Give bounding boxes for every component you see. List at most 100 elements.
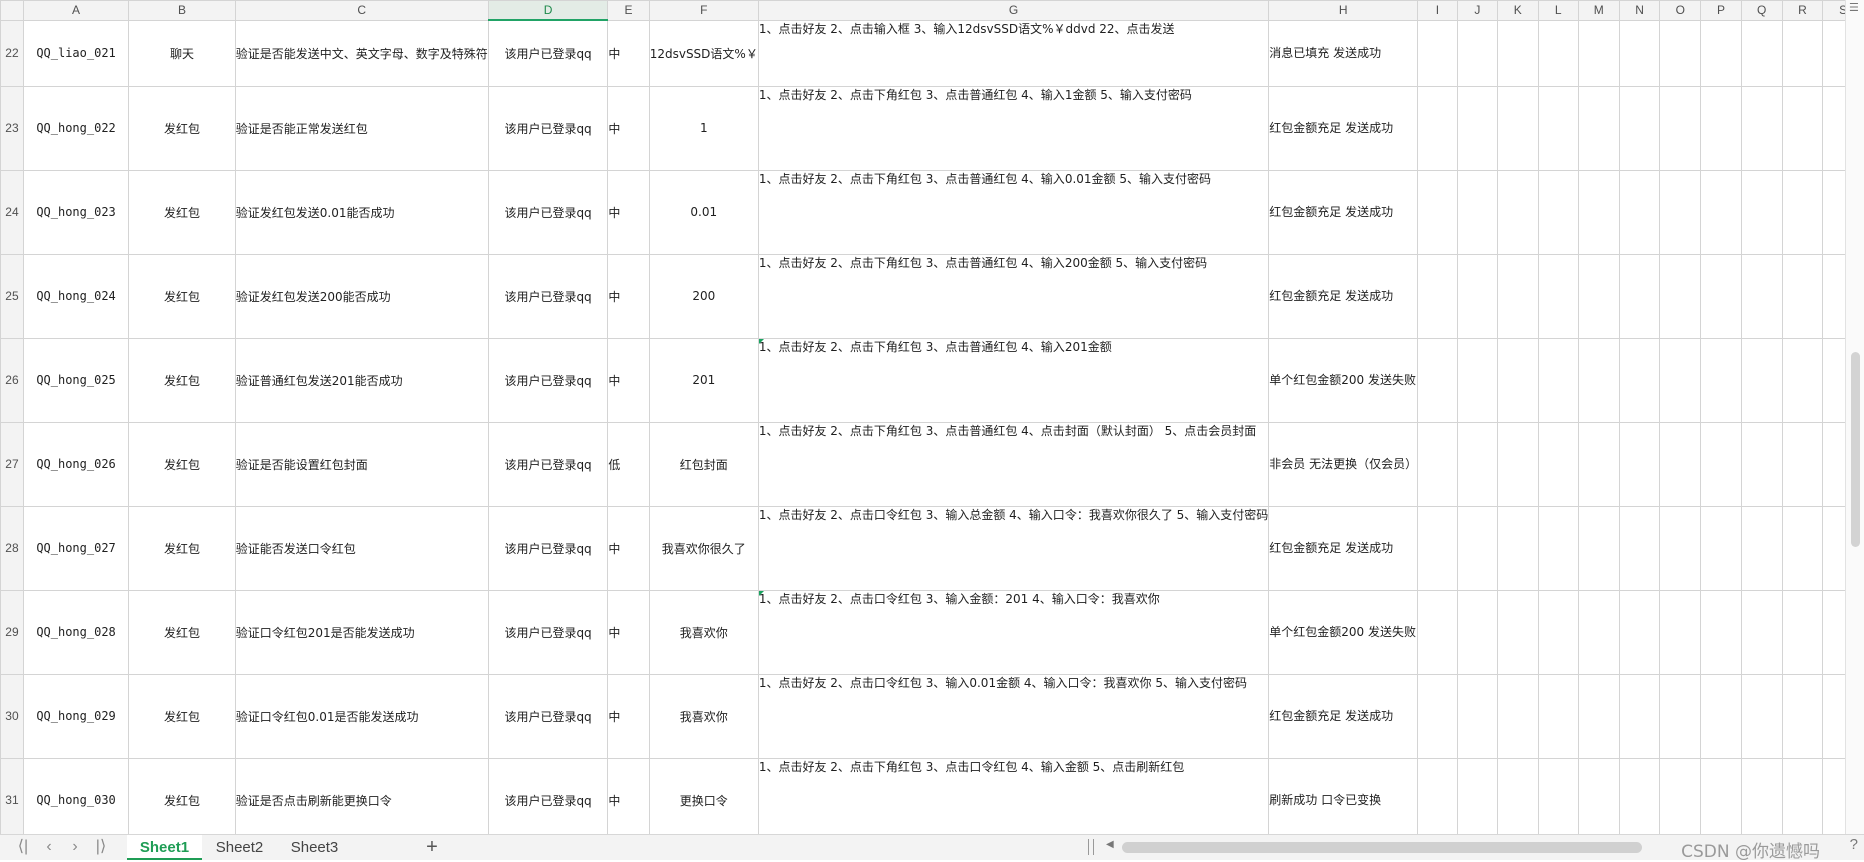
empty-cell[interactable] <box>1781 19 1824 87</box>
cell-steps[interactable]: 1、点击好友 2、点击下角红包 3、点击普通红包 4、输入200金额 5、输入支… <box>757 253 1270 339</box>
row-header[interactable]: 24 <box>0 169 24 255</box>
cell-priority[interactable]: 低 <box>607 421 650 507</box>
empty-cell[interactable] <box>1781 505 1824 591</box>
cell-module[interactable]: 发红包 <box>128 421 236 507</box>
cell-test-id[interactable]: QQ_hong_027 <box>22 505 130 591</box>
empty-cell[interactable] <box>1659 85 1702 171</box>
empty-cell[interactable] <box>1496 253 1539 339</box>
empty-cell[interactable] <box>1700 253 1742 339</box>
empty-cell[interactable] <box>1417 757 1458 834</box>
cell-test-data[interactable]: 更换口令 <box>648 757 759 834</box>
empty-cell[interactable] <box>1456 85 1498 171</box>
empty-cell[interactable] <box>1618 421 1661 507</box>
cell-expected[interactable]: 红包金额充足 发送成功 <box>1268 673 1419 759</box>
cell-test-data[interactable]: 201 <box>648 337 759 423</box>
empty-cell[interactable] <box>1577 757 1620 834</box>
cell-priority[interactable]: 中 <box>607 253 650 339</box>
empty-cell[interactable] <box>1659 757 1702 834</box>
vertical-scroll-thumb[interactable] <box>1851 352 1860 547</box>
cell-title[interactable]: 验证能否发送口令红包 <box>234 505 489 591</box>
cell-title[interactable]: 验证发红包发送0.01能否成功 <box>234 169 489 255</box>
cell-expected[interactable]: 红包金额充足 发送成功 <box>1268 85 1419 171</box>
cell-precondition[interactable]: 该用户已登录qq <box>487 169 609 255</box>
empty-cell[interactable] <box>1740 505 1783 591</box>
empty-cell[interactable] <box>1618 673 1661 759</box>
select-all-corner[interactable] <box>0 0 24 21</box>
empty-cell[interactable] <box>1496 673 1539 759</box>
cell-test-id[interactable]: QQ_hong_022 <box>22 85 130 171</box>
column-header-q[interactable]: Q <box>1740 0 1783 21</box>
next-sheet-icon[interactable]: › <box>64 837 86 857</box>
cell-priority[interactable]: 中 <box>607 85 650 171</box>
cell-test-id[interactable]: QQ_hong_024 <box>22 253 130 339</box>
empty-cell[interactable] <box>1740 673 1783 759</box>
empty-cell[interactable] <box>1496 757 1539 834</box>
empty-cell[interactable] <box>1417 337 1458 423</box>
cell-test-data[interactable]: 红包封面 <box>648 421 759 507</box>
cell-steps[interactable]: 1、点击好友 2、点击下角红包 3、点击普通红包 4、输入0.01金额 5、输入… <box>757 169 1270 255</box>
cell-test-id[interactable]: QQ_liao_021 <box>22 19 130 87</box>
empty-cell[interactable] <box>1456 253 1498 339</box>
column-header-j[interactable]: J <box>1456 0 1498 21</box>
row-header[interactable]: 22 <box>0 19 24 87</box>
column-header-f[interactable]: F <box>648 0 759 21</box>
cell-title[interactable]: 验证是否点击刷新能更换口令 <box>234 757 489 834</box>
column-header-m[interactable]: M <box>1577 0 1620 21</box>
empty-cell[interactable] <box>1781 253 1824 339</box>
column-header-k[interactable]: K <box>1496 0 1539 21</box>
cell-test-id[interactable]: QQ_hong_026 <box>22 421 130 507</box>
column-header-a[interactable]: A <box>22 0 130 21</box>
cell-title[interactable]: 验证口令红包0.01是否能发送成功 <box>234 673 489 759</box>
cell-steps[interactable]: 1、点击好友 2、点击下角红包 3、点击普通红包 4、点击封面（默认封面） 5、… <box>757 421 1270 507</box>
row-header[interactable]: 28 <box>0 505 24 591</box>
empty-cell[interactable] <box>1496 505 1539 591</box>
empty-cell[interactable] <box>1618 85 1661 171</box>
row-header[interactable]: 30 <box>0 673 24 759</box>
empty-cell[interactable] <box>1618 757 1661 834</box>
last-sheet-icon[interactable]: |⟩ <box>90 837 112 857</box>
empty-cell[interactable] <box>1700 19 1742 87</box>
cell-expected[interactable]: 单个红包金额200 发送失败 <box>1268 589 1419 675</box>
empty-cell[interactable] <box>1417 85 1458 171</box>
empty-cell[interactable] <box>1781 673 1824 759</box>
empty-cell[interactable] <box>1659 589 1702 675</box>
empty-cell[interactable] <box>1700 673 1742 759</box>
empty-cell[interactable] <box>1781 169 1824 255</box>
empty-cell[interactable] <box>1700 85 1742 171</box>
prev-sheet-icon[interactable]: ‹ <box>38 837 60 857</box>
cell-expected[interactable]: 红包金额充足 发送成功 <box>1268 505 1419 591</box>
empty-cell[interactable] <box>1740 253 1783 339</box>
cell-expected[interactable]: 单个红包金额200 发送失败 <box>1268 337 1419 423</box>
cell-test-data[interactable]: 我喜欢你 <box>648 673 759 759</box>
empty-cell[interactable] <box>1456 673 1498 759</box>
column-header-c[interactable]: C <box>234 0 489 21</box>
column-header-h[interactable]: H <box>1268 0 1419 21</box>
empty-cell[interactable] <box>1577 253 1620 339</box>
empty-cell[interactable] <box>1496 589 1539 675</box>
empty-cell[interactable] <box>1577 19 1620 87</box>
add-sheet-icon[interactable]: + <box>420 836 444 858</box>
cell-test-id[interactable]: QQ_hong_023 <box>22 169 130 255</box>
horizontal-scroll-thumb[interactable] <box>1122 842 1642 853</box>
empty-cell[interactable] <box>1659 19 1702 87</box>
empty-cell[interactable] <box>1740 337 1783 423</box>
empty-cell[interactable] <box>1577 589 1620 675</box>
cell-test-data[interactable]: 0.01 <box>648 169 759 255</box>
cell-precondition[interactable]: 该用户已登录qq <box>487 673 609 759</box>
empty-cell[interactable] <box>1417 589 1458 675</box>
empty-cell[interactable] <box>1659 421 1702 507</box>
empty-cell[interactable] <box>1577 169 1620 255</box>
help-icon[interactable]: ? <box>1850 836 1858 853</box>
cell-test-id[interactable]: QQ_hong_028 <box>22 589 130 675</box>
column-header-p[interactable]: P <box>1700 0 1742 21</box>
empty-cell[interactable] <box>1417 421 1458 507</box>
empty-cell[interactable] <box>1618 589 1661 675</box>
empty-cell[interactable] <box>1496 19 1539 87</box>
empty-cell[interactable] <box>1456 169 1498 255</box>
cell-module[interactable]: 发红包 <box>128 673 236 759</box>
cell-precondition[interactable]: 该用户已登录qq <box>487 421 609 507</box>
empty-cell[interactable] <box>1417 505 1458 591</box>
empty-cell[interactable] <box>1456 19 1498 87</box>
cell-test-id[interactable]: QQ_hong_030 <box>22 757 130 834</box>
column-header-l[interactable]: L <box>1537 0 1579 21</box>
